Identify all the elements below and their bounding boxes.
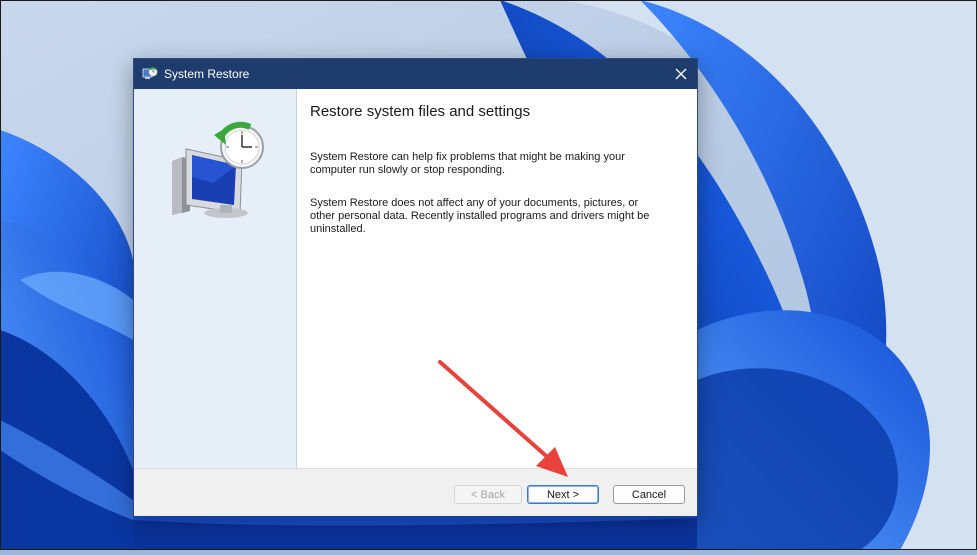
back-button[interactable]: < Back (454, 485, 522, 504)
page-heading: Restore system files and settings (310, 103, 531, 120)
description-paragraph-2: System Restore does not affect any of yo… (310, 197, 650, 235)
dialog-titlebar: System Restore (134, 59, 697, 89)
cancel-button[interactable]: Cancel (613, 485, 685, 504)
dialog-title: System Restore (164, 67, 250, 81)
description-paragraph-1: System Restore can help fix problems tha… (310, 151, 625, 176)
left-banner-panel (134, 89, 297, 468)
system-restore-dialog: System Restore Restore system files and … (133, 58, 698, 516)
system-restore-icon (142, 67, 158, 79)
content-area: Restore system files and settings System… (309, 89, 684, 468)
close-button[interactable] (665, 59, 697, 89)
system-restore-hero-icon (172, 121, 264, 218)
dialog-footer: < Back Next > Cancel (134, 468, 697, 516)
close-icon (675, 68, 687, 80)
next-button[interactable]: Next > (527, 485, 599, 504)
